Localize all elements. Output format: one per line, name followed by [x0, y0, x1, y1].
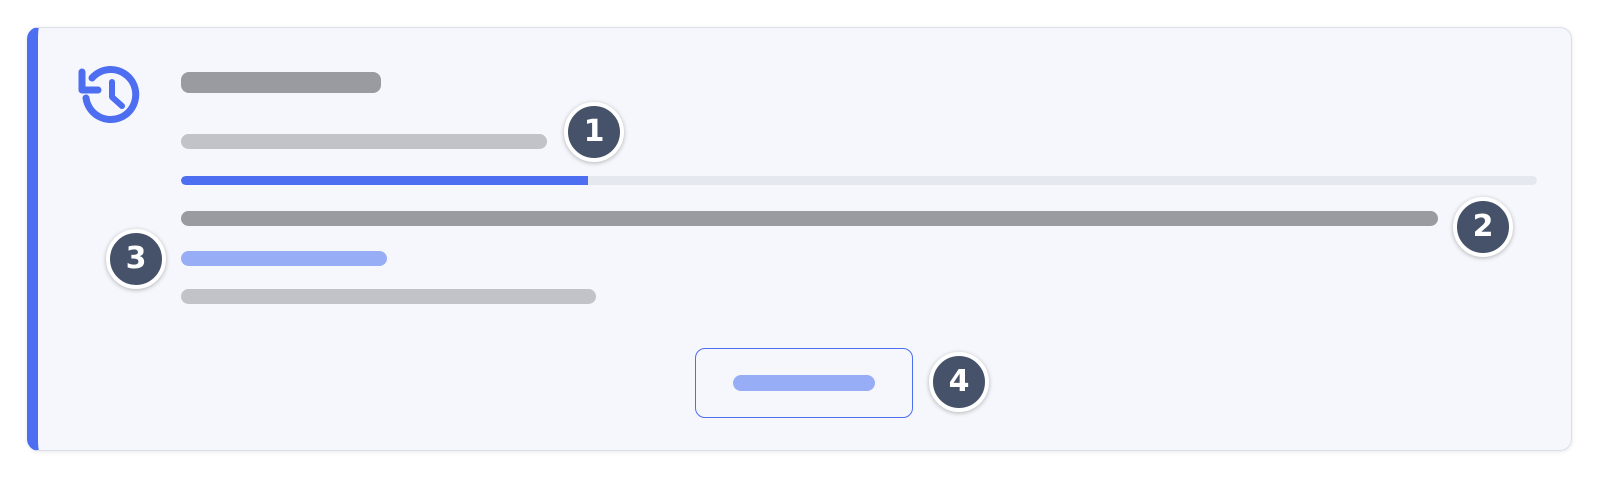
- card-meta-placeholder: [181, 289, 596, 304]
- card-title-placeholder: [181, 72, 381, 93]
- progress-bar-fill: [181, 176, 588, 185]
- button-label-placeholder: [733, 375, 875, 391]
- progress-bar: [181, 176, 1537, 185]
- callout-marker-3: 3: [106, 229, 166, 289]
- card-subtitle-placeholder: [181, 134, 547, 149]
- card-link-placeholder[interactable]: [181, 251, 387, 266]
- callout-marker-1: 1: [564, 102, 624, 162]
- history-icon: [78, 66, 140, 123]
- card-action-button[interactable]: [695, 348, 913, 418]
- callout-marker-2: 2: [1453, 197, 1513, 257]
- callout-marker-4: 4: [929, 352, 989, 412]
- card-description-placeholder: [181, 211, 1438, 226]
